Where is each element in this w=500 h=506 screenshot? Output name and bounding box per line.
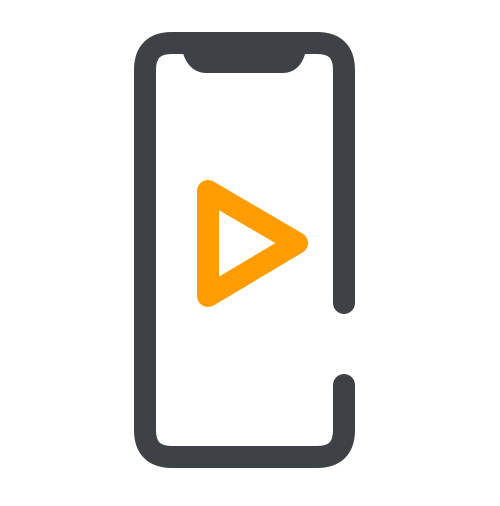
smartphone-icon xyxy=(134,32,355,468)
icon-canvas xyxy=(0,0,500,501)
smartphone-play-illustration xyxy=(134,32,355,468)
play-icon xyxy=(197,180,308,307)
phone-notch xyxy=(181,45,307,73)
